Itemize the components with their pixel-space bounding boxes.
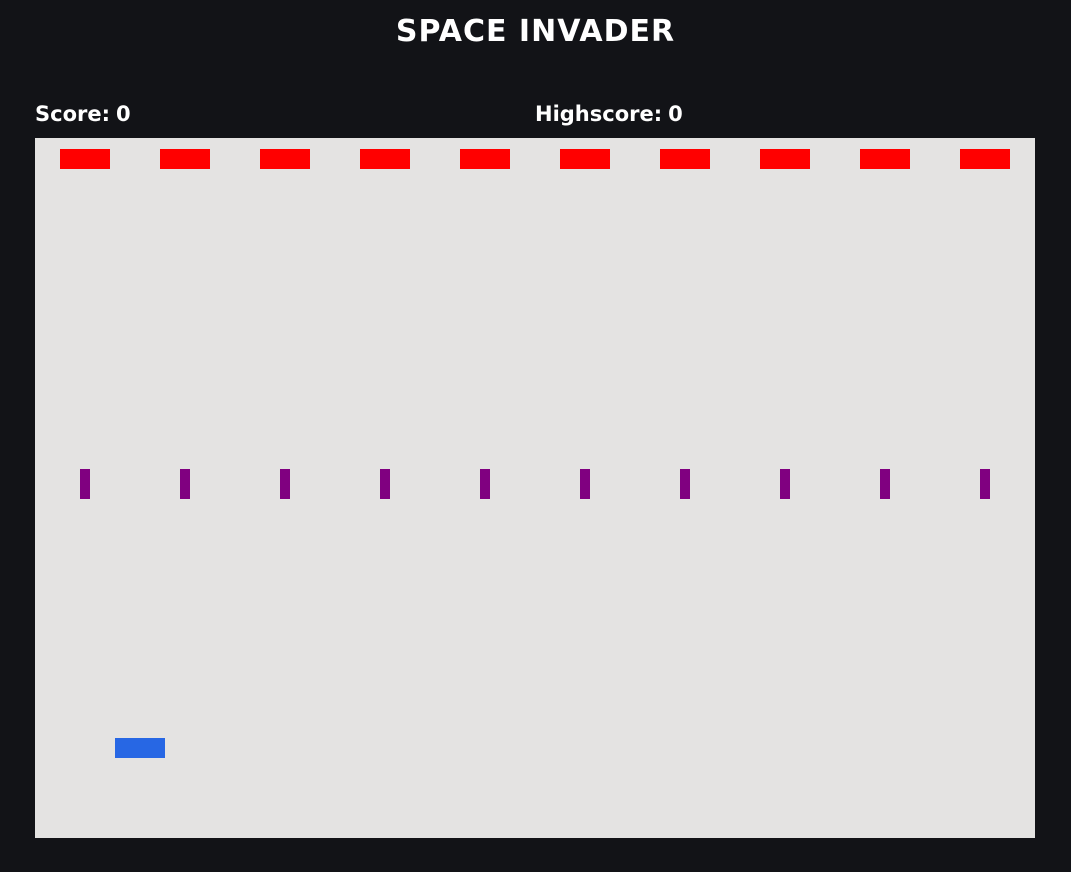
invader (860, 149, 910, 169)
invader-bullet (680, 469, 690, 499)
highscore-value: 0 (668, 102, 683, 126)
invader-bullet (180, 469, 190, 499)
score-display: Score: 0 (35, 100, 131, 128)
invader-bullet (980, 469, 990, 499)
invader (160, 149, 210, 169)
game-board[interactable] (35, 138, 1035, 838)
invader (460, 149, 510, 169)
invader-bullet (480, 469, 490, 499)
invader-bullet (880, 469, 890, 499)
invader (760, 149, 810, 169)
highscore-display: Highscore: 0 (535, 100, 683, 128)
invader (260, 149, 310, 169)
invader-bullet (780, 469, 790, 499)
invader-bullet (280, 469, 290, 499)
invader (560, 149, 610, 169)
invader (60, 149, 110, 169)
invader (360, 149, 410, 169)
invader-bullet (580, 469, 590, 499)
game-title: SPACE INVADER (395, 14, 676, 49)
highscore-label: Highscore: (535, 102, 663, 126)
score-value: 0 (116, 102, 131, 126)
invader-bullet (80, 469, 90, 499)
invader (660, 149, 710, 169)
player-ship (115, 738, 165, 758)
score-label: Score: (35, 102, 110, 126)
invader-bullet (380, 469, 390, 499)
invader (960, 149, 1010, 169)
